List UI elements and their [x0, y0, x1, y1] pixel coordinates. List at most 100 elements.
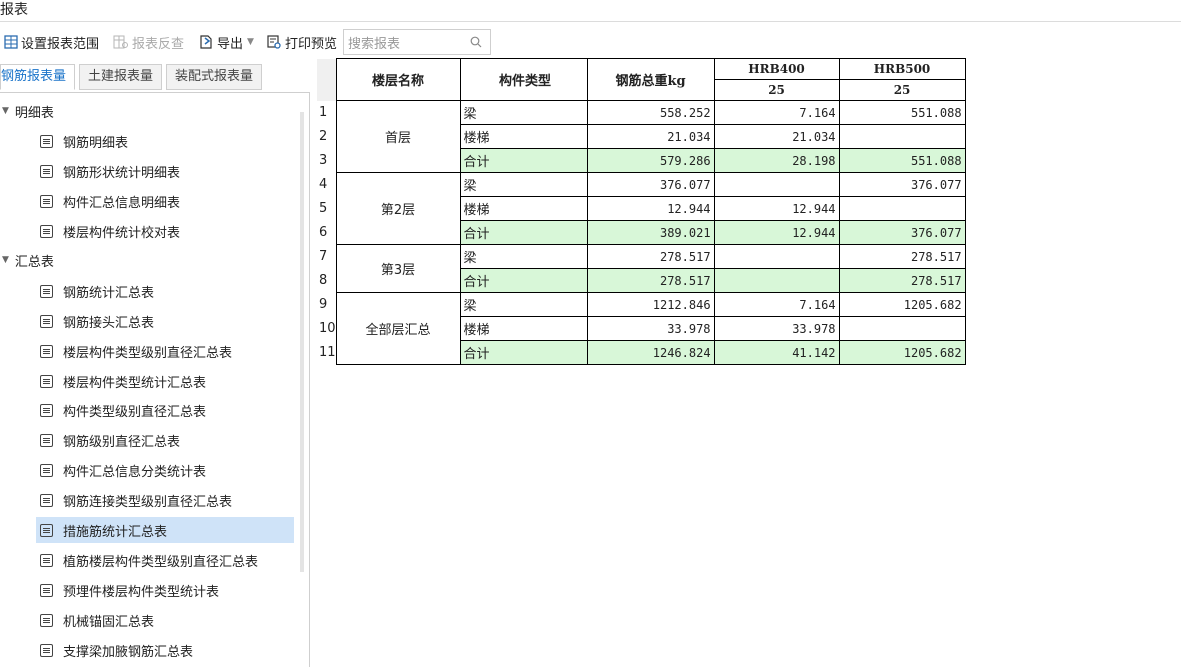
- type-cell[interactable]: 楼梯: [459, 124, 588, 149]
- tree-item[interactable]: 预埋件楼层构件类型统计表: [36, 577, 294, 603]
- hrb400-cell[interactable]: 41.142: [713, 340, 840, 365]
- type-cell[interactable]: 合计: [459, 268, 588, 293]
- hrb500-cell[interactable]: 551.088: [838, 148, 966, 173]
- tree-item[interactable]: 构件汇总信息分类统计表: [36, 457, 294, 483]
- total-cell[interactable]: 278.517: [586, 244, 715, 269]
- tree-group-summary[interactable]: ▼ 汇总表: [0, 245, 54, 275]
- export-icon: [200, 35, 212, 49]
- tree-item[interactable]: 钢筋接头汇总表: [36, 308, 294, 334]
- row-number: 4: [317, 172, 337, 197]
- hrb400-cell[interactable]: 7.164: [713, 100, 840, 125]
- tree-item-selected[interactable]: 措施筋统计汇总表: [36, 517, 294, 543]
- type-cell[interactable]: 梁: [459, 172, 588, 197]
- search-input[interactable]: 搜索报表: [342, 29, 491, 55]
- report-doc-icon: [40, 194, 53, 208]
- total-cell[interactable]: 12.944: [586, 196, 715, 221]
- tree-item[interactable]: 楼层构件统计校对表: [36, 218, 294, 244]
- type-cell[interactable]: 梁: [459, 100, 588, 125]
- table-search-icon: [113, 35, 129, 49]
- tree-item[interactable]: 构件类型级别直径汇总表: [36, 397, 294, 423]
- set-range-button[interactable]: 设置报表范围: [0, 30, 103, 54]
- caret-down-icon[interactable]: ▼: [2, 255, 9, 265]
- table-row[interactable]: 4 第2层 梁 376.077 376.077: [317, 172, 966, 245]
- hrb500-cell[interactable]: 278.517: [838, 268, 966, 293]
- chevron-down-icon[interactable]: ▼: [247, 37, 254, 47]
- tree-item-label: 钢筋明细表: [63, 135, 129, 151]
- table-row[interactable]: 9 全部层汇总 梁 1212.846 7.164 1205.682: [317, 292, 966, 365]
- hrb400-cell[interactable]: 12.944: [713, 220, 840, 245]
- hrb500-cell[interactable]: [838, 124, 966, 149]
- caret-down-icon[interactable]: ▼: [2, 106, 9, 116]
- print-preview-button[interactable]: 打印预览: [262, 30, 341, 54]
- tree-item[interactable]: 钢筋形状统计明细表: [36, 158, 294, 184]
- hrb400-cell[interactable]: [713, 172, 840, 197]
- export-button[interactable]: 导出 ▼: [194, 30, 262, 54]
- hrb400-cell[interactable]: [713, 244, 840, 269]
- type-cell[interactable]: 合计: [459, 340, 588, 365]
- hrb500-cell[interactable]: 376.077: [838, 172, 966, 197]
- hrb400-cell[interactable]: 33.978: [713, 316, 840, 341]
- hrb500-cell[interactable]: 1205.682: [838, 340, 966, 365]
- type-cell[interactable]: 梁: [459, 292, 588, 317]
- total-cell[interactable]: 33.978: [586, 316, 715, 341]
- total-cell[interactable]: 376.077: [586, 172, 715, 197]
- report-doc-icon: [40, 374, 53, 388]
- floor-cell[interactable]: 第3层: [335, 244, 461, 293]
- tree-item[interactable]: 钢筋统计汇总表: [36, 278, 294, 304]
- tree-item[interactable]: 楼层构件类型统计汇总表: [36, 368, 294, 394]
- type-cell[interactable]: 合计: [459, 220, 588, 245]
- type-cell[interactable]: 楼梯: [459, 196, 588, 221]
- tree-item[interactable]: 钢筋明细表: [36, 128, 294, 154]
- tree-item[interactable]: 植筋楼层构件类型级别直径汇总表: [36, 547, 294, 573]
- total-cell[interactable]: 558.252: [586, 100, 715, 125]
- hrb400-cell[interactable]: 28.198: [713, 148, 840, 173]
- tree-item[interactable]: 支撑梁加腋钢筋汇总表: [36, 637, 294, 663]
- hrb500-cell[interactable]: 278.517: [838, 244, 966, 269]
- hrb400-cell[interactable]: 21.034: [713, 124, 840, 149]
- report-table: 楼层名称 构件类型 钢筋总重kg HRB400 HRB500 25 25 1 首…: [317, 58, 966, 365]
- window-title: 报表: [0, 0, 1181, 22]
- tree-item[interactable]: 钢筋连接类型级别直径汇总表: [36, 487, 294, 513]
- report-doc-icon: [40, 553, 53, 567]
- floor-cell[interactable]: 首层: [335, 100, 461, 173]
- tree-item[interactable]: 机械锚固汇总表: [36, 607, 294, 633]
- tab-civil-report[interactable]: 土建报表量: [79, 64, 163, 90]
- hrb400-cell[interactable]: 7.164: [713, 292, 840, 317]
- header-hrb500-diameter: 25: [838, 79, 966, 101]
- type-cell[interactable]: 梁: [459, 244, 588, 269]
- tree-group-detail[interactable]: ▼ 明细表: [0, 96, 54, 126]
- tree-item[interactable]: 楼层构件类型级别直径汇总表: [36, 338, 294, 364]
- tree-item[interactable]: 构件汇总信息明细表: [36, 188, 294, 214]
- total-cell[interactable]: 1246.824: [586, 340, 715, 365]
- table-row[interactable]: 1 首层 梁 558.252 7.164 551.088: [317, 100, 966, 173]
- hrb400-cell[interactable]: [713, 268, 840, 293]
- floor-cell[interactable]: 全部层汇总: [335, 292, 461, 365]
- type-cell[interactable]: 合计: [459, 148, 588, 173]
- tree-item-label: 钢筋级别直径汇总表: [63, 434, 181, 450]
- tab-prefab-report[interactable]: 装配式报表量: [166, 64, 263, 90]
- report-doc-icon: [40, 134, 53, 148]
- sidebar-scrollbar[interactable]: [300, 112, 304, 572]
- report-content: 楼层名称 构件类型 钢筋总重kg HRB400 HRB500 25 25 1 首…: [317, 58, 966, 365]
- total-cell[interactable]: 21.034: [586, 124, 715, 149]
- hrb500-cell[interactable]: [838, 196, 966, 221]
- hrb500-cell[interactable]: 551.088: [838, 100, 966, 125]
- row-number: 6: [317, 220, 337, 245]
- hrb500-cell[interactable]: 376.077: [838, 220, 966, 245]
- hrb500-cell[interactable]: 1205.682: [838, 292, 966, 317]
- total-cell[interactable]: 389.021: [586, 220, 715, 245]
- tab-rebar-report[interactable]: 钢筋报表量: [0, 64, 76, 90]
- table-row[interactable]: 7 第3层 梁 278.517 278.517: [317, 244, 966, 293]
- header-total-weight: 钢筋总重kg: [586, 58, 715, 101]
- hrb400-cell[interactable]: 12.944: [713, 196, 840, 221]
- type-cell[interactable]: 楼梯: [459, 316, 588, 341]
- total-cell[interactable]: 1212.846: [586, 292, 715, 317]
- total-cell[interactable]: 278.517: [586, 268, 715, 293]
- reverse-check-button[interactable]: 报表反查: [109, 30, 188, 54]
- floor-cell[interactable]: 第2层: [335, 172, 461, 245]
- tree-item-label: 楼层构件类型级别直径汇总表: [63, 345, 233, 361]
- tree-item[interactable]: 钢筋级别直径汇总表: [36, 427, 294, 453]
- total-cell[interactable]: 579.286: [586, 148, 715, 173]
- search-icon[interactable]: [470, 36, 482, 48]
- hrb500-cell[interactable]: [838, 316, 966, 341]
